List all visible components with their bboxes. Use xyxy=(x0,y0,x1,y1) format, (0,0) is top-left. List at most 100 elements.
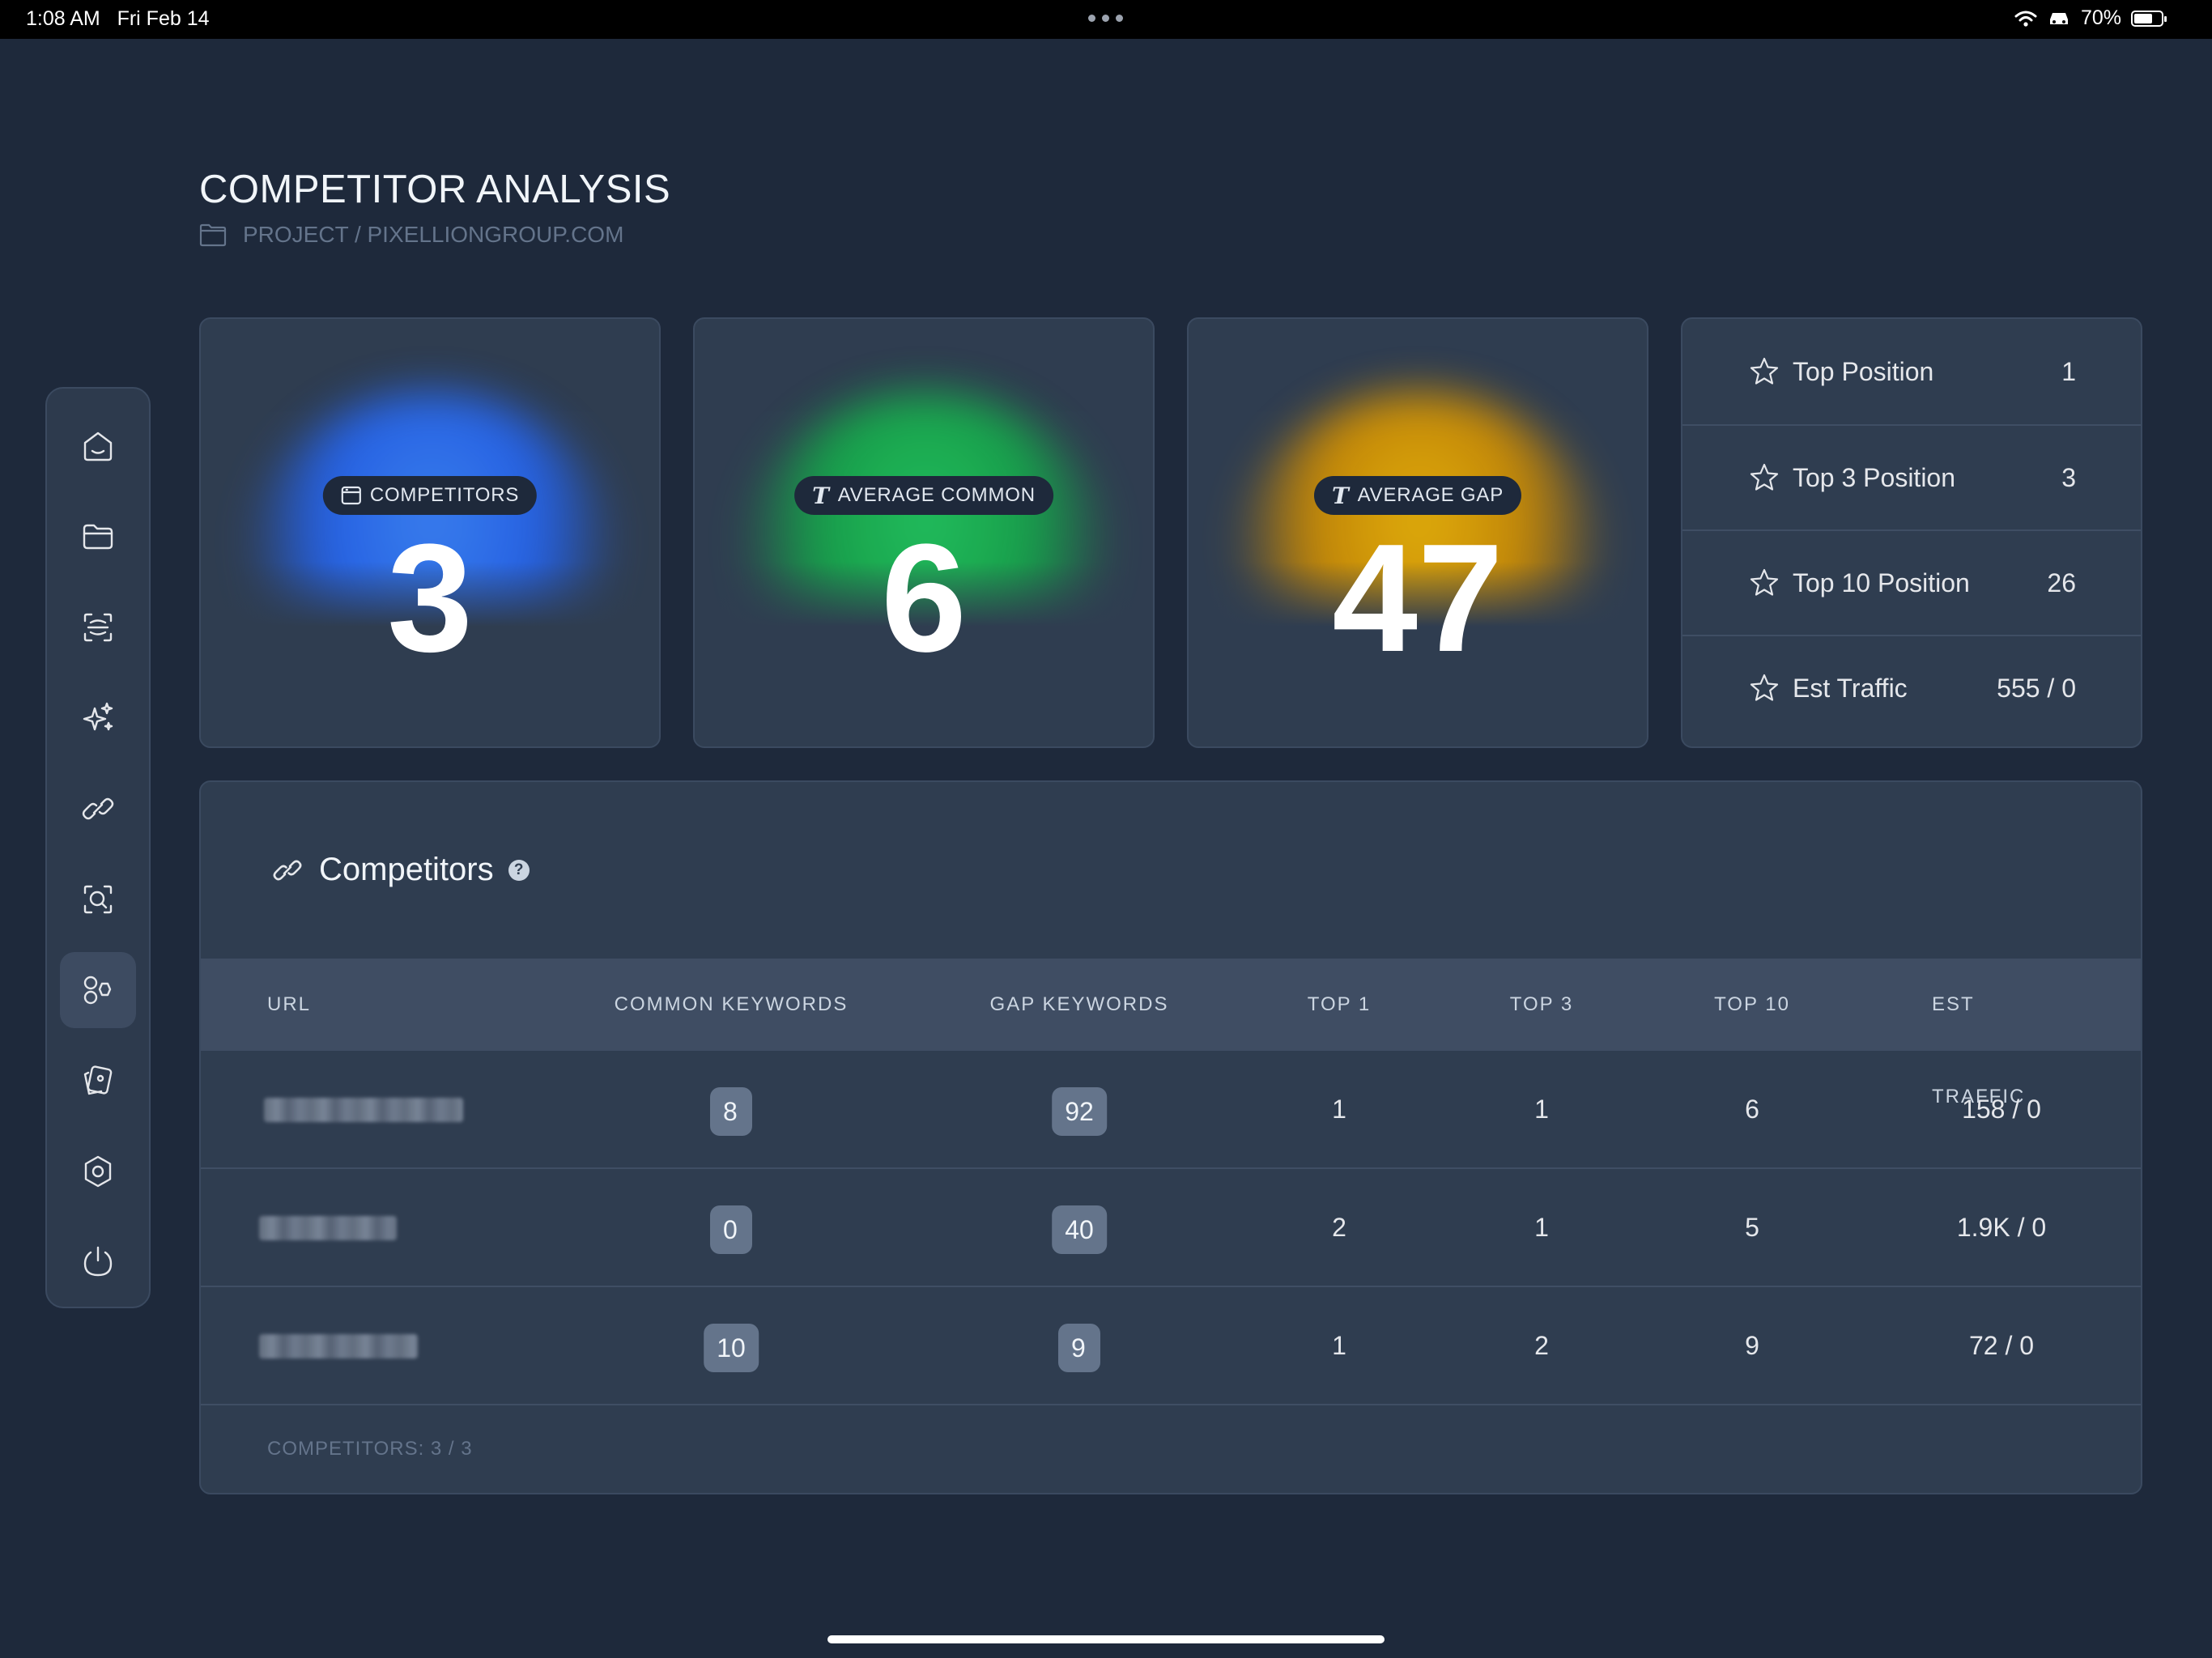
cell-top-1: 2 xyxy=(1332,1213,1346,1242)
cell-top-3: 1 xyxy=(1534,1095,1549,1124)
browser-window-icon xyxy=(341,486,361,505)
cell-gap-keywords: 92 xyxy=(1052,1051,1107,1167)
table-row[interactable]: 8 92 1 1 6 158 / 0 xyxy=(201,1051,2141,1169)
summary-row-est-traffic: Est Traffic 555 / 0 xyxy=(1682,635,2141,740)
wifi-icon xyxy=(2014,11,2037,27)
link-icon xyxy=(82,797,114,820)
status-date: Fri Feb 14 xyxy=(117,7,210,30)
stat-label-pill: COMPETITORS xyxy=(322,476,538,515)
sidebar-item-backlinks[interactable] xyxy=(60,771,136,847)
summary-label: Top Position xyxy=(1793,356,1934,386)
cell-gap-keywords: 40 xyxy=(1052,1169,1107,1286)
text-type-icon: T xyxy=(812,482,830,509)
count-badge: 0 xyxy=(710,1205,752,1254)
status-time: 1:08 AM xyxy=(26,7,100,30)
summary-label: Est Traffic xyxy=(1793,673,1908,703)
column-header-est-traffic[interactable]: EST TRAFFIC xyxy=(1932,959,2071,1107)
battery-icon xyxy=(2131,10,2167,27)
cell-top-10: 9 xyxy=(1745,1331,1759,1360)
battery-percent: 70% xyxy=(2080,6,2121,29)
stat-label: COMPETITORS xyxy=(369,484,520,506)
column-header-top-3[interactable]: TOP 3 xyxy=(1510,959,1573,1051)
link-icon xyxy=(273,860,302,880)
sidebar-item-ai[interactable] xyxy=(60,680,136,756)
summary-value: 555 / 0 xyxy=(1997,673,2076,703)
cell-top-1: 1 xyxy=(1332,1095,1346,1124)
count-badge: 92 xyxy=(1052,1086,1107,1136)
status-time-date: 1:08 AM Fri Feb 14 xyxy=(26,7,210,31)
competitors-table-card: Competitors ? URL COMMON KEYWORDS GAP KE… xyxy=(199,780,2142,1494)
column-header-gap-keywords[interactable]: GAP KEYWORDS xyxy=(990,959,1169,1051)
competitor-url-redacted[interactable] xyxy=(259,1216,397,1240)
scan-face-icon xyxy=(83,613,113,642)
column-header-top-1[interactable]: TOP 1 xyxy=(1308,959,1371,1051)
stat-card-competitors: COMPETITORS 3 xyxy=(199,317,661,748)
search-icon xyxy=(83,885,113,914)
sidebar-item-projects[interactable] xyxy=(60,499,136,575)
help-icon[interactable]: ? xyxy=(508,859,530,881)
table-title: Competitors ? xyxy=(270,852,530,888)
cards-icon xyxy=(83,1065,113,1095)
competitor-url-redacted[interactable] xyxy=(264,1098,463,1122)
stat-label-pill: T AVERAGE GAP xyxy=(1313,476,1522,515)
star-icon xyxy=(1750,463,1779,491)
competitors-icon xyxy=(83,976,112,1005)
home-indicator[interactable] xyxy=(827,1635,1385,1643)
sidebar-item-keyword-search[interactable] xyxy=(60,861,136,937)
stat-card-average-gap: T AVERAGE GAP 47 xyxy=(1187,317,1648,748)
competitor-url-redacted[interactable] xyxy=(259,1334,418,1358)
home-icon xyxy=(83,432,113,461)
car-icon xyxy=(2049,12,2068,24)
cell-top-3: 1 xyxy=(1534,1213,1549,1242)
folder-icon xyxy=(83,524,113,550)
sidebar-item-reports[interactable] xyxy=(60,1043,136,1119)
stat-label: AVERAGE COMMON xyxy=(837,484,1036,506)
count-badge: 10 xyxy=(704,1323,759,1372)
table-row[interactable]: 10 9 1 2 9 72 / 0 xyxy=(201,1287,2141,1405)
count-badge: 8 xyxy=(710,1086,752,1136)
cell-top-3: 2 xyxy=(1534,1331,1549,1360)
breadcrumb-text[interactable]: PROJECT / PIXELLIONGROUP.COM xyxy=(243,222,623,248)
summary-label: Top 10 Position xyxy=(1793,568,1970,597)
status-right: 70% xyxy=(2014,6,2167,30)
cell-common-keywords: 10 xyxy=(704,1287,759,1404)
cell-top-1: 1 xyxy=(1332,1331,1346,1360)
column-header-top-10[interactable]: TOP 10 xyxy=(1714,959,1790,1051)
summary-row-top-3-position: Top 3 Position 3 xyxy=(1682,424,2141,529)
status-bar: 1:08 AM Fri Feb 14 70% xyxy=(0,0,2212,39)
breadcrumb: PROJECT / PIXELLIONGROUP.COM xyxy=(199,222,623,248)
cell-top-10: 5 xyxy=(1745,1213,1759,1242)
position-summary-card: Top Position 1 Top 3 Position 3 Top 10 P… xyxy=(1681,317,2142,748)
cell-common-keywords: 0 xyxy=(710,1169,752,1286)
gear-icon xyxy=(84,1155,112,1188)
column-header-url[interactable]: URL xyxy=(267,959,311,1051)
cell-top-10: 6 xyxy=(1745,1095,1759,1124)
summary-value: 3 xyxy=(2061,462,2076,492)
count-badge: 40 xyxy=(1052,1205,1107,1254)
summary-value: 1 xyxy=(2061,356,2076,386)
sidebar-item-logout[interactable] xyxy=(60,1224,136,1300)
stat-value: 6 xyxy=(881,512,967,684)
sidebar-item-competitors[interactable] xyxy=(60,952,136,1028)
table-footer-count: COMPETITORS: 3 / 3 xyxy=(267,1438,473,1460)
power-icon xyxy=(83,1246,113,1277)
cell-common-keywords: 8 xyxy=(710,1051,752,1167)
stat-label-pill: T AVERAGE COMMON xyxy=(794,476,1053,515)
table-row[interactable]: 0 40 2 1 5 1.9K / 0 xyxy=(201,1169,2141,1287)
sidebar-nav xyxy=(45,387,151,1308)
sidebar-item-settings[interactable] xyxy=(60,1133,136,1209)
summary-value: 26 xyxy=(2047,568,2076,597)
multitasking-dots[interactable] xyxy=(1088,15,1123,22)
cell-est-traffic: 72 / 0 xyxy=(1968,1331,2035,1360)
count-badge: 9 xyxy=(1058,1323,1100,1372)
sidebar-item-home[interactable] xyxy=(60,408,136,484)
star-icon xyxy=(1750,674,1779,701)
table-header-row: URL COMMON KEYWORDS GAP KEYWORDS TOP 1 T… xyxy=(201,959,2141,1107)
stat-value: 3 xyxy=(387,512,473,684)
star-icon xyxy=(1750,568,1779,596)
sidebar-item-scan[interactable] xyxy=(60,589,136,665)
cell-est-traffic: 158 / 0 xyxy=(1962,1095,2041,1124)
folder-icon xyxy=(199,223,227,247)
column-header-common-keywords[interactable]: COMMON KEYWORDS xyxy=(615,959,849,1051)
cell-gap-keywords: 9 xyxy=(1058,1287,1100,1404)
